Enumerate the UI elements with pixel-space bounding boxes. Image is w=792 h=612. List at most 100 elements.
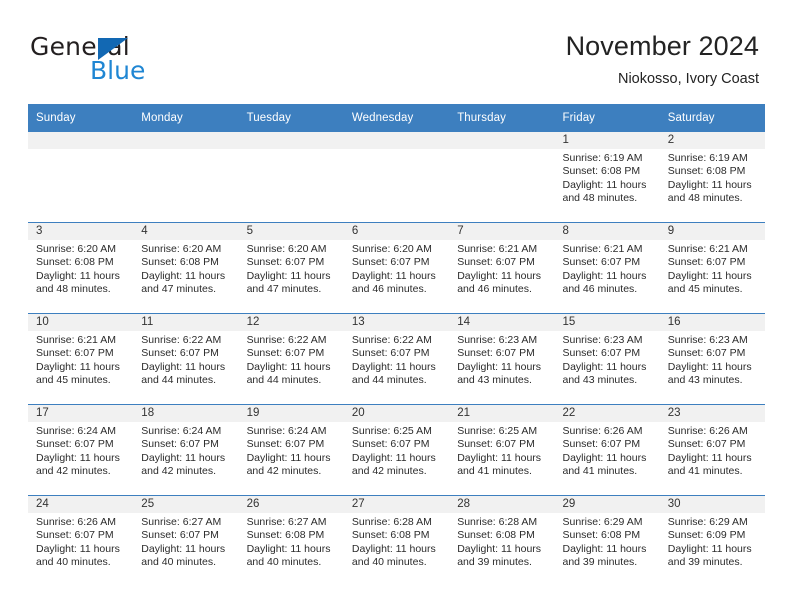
day-cell[interactable]: 21 Sunrise: 6:25 AM Sunset: 6:07 PM Dayligh… — [449, 405, 555, 495]
day-sun-info: Sunrise: 6:29 AM Sunset: 6:08 PM Daylight:… — [554, 513, 659, 569]
calendar-day-cell[interactable]: 6 Sunrise: 6:20 AM Sunset: 6:07 PM Daylight… — [343, 222, 450, 314]
day-cell[interactable]: 8 Sunrise: 6:21 AM Sunset: 6:07 PM Daylight… — [554, 223, 660, 313]
day-cell[interactable]: 27 Sunrise: 6:28 AM Sunset: 6:08 PM Dayligh… — [343, 496, 450, 586]
sunset-time: Sunset: 6:07 PM — [141, 347, 219, 360]
calendar-day-cell[interactable]: 10 Sunrise: 6:21 AM Sunset: 6:07 PM Dayligh… — [28, 313, 134, 405]
logo-word-blue: Blue — [90, 56, 146, 85]
empty-day-cell — [238, 132, 344, 222]
calendar-week-row: 1 Sunrise: 6:19 AM Sunset: 6:08 PM Daylight… — [28, 132, 766, 223]
daylight-duration-line1: Daylight: 11 hours — [562, 360, 647, 373]
calendar-day-cell[interactable]: 21 Sunrise: 6:25 AM Sunset: 6:07 PM Dayligh… — [449, 404, 555, 496]
daylight-duration-line1: Daylight: 11 hours — [457, 542, 542, 555]
day-cell[interactable]: 26 Sunrise: 6:27 AM Sunset: 6:08 PM Dayligh… — [238, 496, 344, 586]
day-cell[interactable]: 15 Sunrise: 6:23 AM Sunset: 6:07 PM Dayligh… — [554, 314, 660, 404]
day-sun-info: Sunrise: 6:20 AM Sunset: 6:07 PM Daylight:… — [344, 240, 449, 296]
day-cell[interactable]: 19 Sunrise: 6:24 AM Sunset: 6:07 PM Dayligh… — [238, 405, 344, 495]
day-cell[interactable]: 13 Sunrise: 6:22 AM Sunset: 6:07 PM Dayligh… — [343, 314, 450, 404]
calendar-day-cell[interactable]: 14 Sunrise: 6:23 AM Sunset: 6:07 PM Dayligh… — [449, 313, 555, 405]
day-cell[interactable]: 22 Sunrise: 6:26 AM Sunset: 6:07 PM Dayligh… — [554, 405, 660, 495]
calendar-day-cell[interactable]: 26 Sunrise: 6:27 AM Sunset: 6:08 PM Dayligh… — [238, 495, 344, 586]
sunrise-time: Sunrise: 6:21 AM — [36, 334, 116, 346]
sunset-time: Sunset: 6:07 PM — [351, 438, 430, 451]
sunrise-time: Sunrise: 6:24 AM — [141, 425, 222, 437]
calendar-day-cell[interactable]: 22 Sunrise: 6:26 AM Sunset: 6:07 PM Dayligh… — [554, 404, 660, 496]
calendar-day-cell[interactable]: 30 Sunrise: 6:29 AM Sunset: 6:09 PM Dayligh… — [659, 495, 766, 586]
calendar-day-cell[interactable]: 28 Sunrise: 6:28 AM Sunset: 6:08 PM Dayligh… — [449, 495, 555, 586]
calendar-day-cell[interactable]: 9 Sunrise: 6:21 AM Sunset: 6:07 PM Daylight… — [659, 222, 766, 314]
calendar-day-cell[interactable] — [449, 132, 555, 223]
calendar-day-cell[interactable] — [238, 132, 344, 223]
calendar-day-cell[interactable] — [133, 132, 239, 223]
calendar-day-cell[interactable]: 11 Sunrise: 6:22 AM Sunset: 6:07 PM Dayligh… — [133, 313, 239, 405]
calendar-day-cell[interactable]: 8 Sunrise: 6:21 AM Sunset: 6:07 PM Daylight… — [554, 222, 660, 314]
empty-day-cell — [28, 132, 134, 222]
day-cell[interactable]: 4 Sunrise: 6:20 AM Sunset: 6:08 PM Daylight… — [133, 223, 239, 313]
day-cell[interactable]: 2 Sunrise: 6:19 AM Sunset: 6:08 PM Daylight… — [659, 132, 766, 222]
calendar-day-cell[interactable]: 15 Sunrise: 6:23 AM Sunset: 6:07 PM Dayligh… — [554, 313, 660, 405]
calendar-day-cell[interactable]: 1 Sunrise: 6:19 AM Sunset: 6:08 PM Daylight… — [554, 132, 660, 223]
day-cell[interactable]: 11 Sunrise: 6:22 AM Sunset: 6:07 PM Dayligh… — [133, 314, 239, 404]
day-cell[interactable]: 5 Sunrise: 6:20 AM Sunset: 6:07 PM Daylight… — [238, 223, 344, 313]
calendar-day-cell[interactable] — [28, 132, 134, 223]
calendar-day-cell[interactable]: 18 Sunrise: 6:24 AM Sunset: 6:07 PM Dayligh… — [133, 404, 239, 496]
day-cell[interactable]: 3 Sunrise: 6:20 AM Sunset: 6:08 PM Daylight… — [28, 223, 134, 313]
day-cell[interactable]: 14 Sunrise: 6:23 AM Sunset: 6:07 PM Dayligh… — [449, 314, 555, 404]
daylight-duration-line1: Daylight: 11 hours — [457, 269, 542, 282]
day-number: 9 — [659, 223, 766, 240]
calendar-day-cell[interactable]: 3 Sunrise: 6:20 AM Sunset: 6:08 PM Daylight… — [28, 222, 134, 314]
calendar-day-cell[interactable]: 23 Sunrise: 6:26 AM Sunset: 6:07 PM Dayligh… — [659, 404, 766, 496]
day-cell[interactable]: 29 Sunrise: 6:29 AM Sunset: 6:08 PM Dayligh… — [554, 496, 660, 586]
day-cell[interactable]: 7 Sunrise: 6:21 AM Sunset: 6:07 PM Daylight… — [449, 223, 555, 313]
day-cell[interactable]: 10 Sunrise: 6:21 AM Sunset: 6:07 PM Dayligh… — [28, 314, 134, 404]
calendar-day-cell[interactable]: 27 Sunrise: 6:28 AM Sunset: 6:08 PM Dayligh… — [343, 495, 450, 586]
calendar-day-cell[interactable]: 17 Sunrise: 6:24 AM Sunset: 6:07 PM Dayligh… — [28, 404, 134, 496]
day-cell[interactable]: 16 Sunrise: 6:23 AM Sunset: 6:07 PM Dayligh… — [659, 314, 766, 404]
day-cell[interactable]: 12 Sunrise: 6:22 AM Sunset: 6:07 PM Dayligh… — [238, 314, 344, 404]
calendar-day-cell[interactable]: 7 Sunrise: 6:21 AM Sunset: 6:07 PM Daylight… — [449, 222, 555, 314]
daylight-duration-line2: and 48 minutes. — [36, 282, 111, 295]
day-cell[interactable]: 18 Sunrise: 6:24 AM Sunset: 6:07 PM Dayligh… — [133, 405, 239, 495]
day-number: 11 — [133, 314, 239, 331]
sunrise-time: Sunrise: 6:21 AM — [457, 243, 538, 255]
sunset-time: Sunset: 6:08 PM — [457, 529, 535, 542]
sunset-time: Sunset: 6:08 PM — [36, 256, 114, 269]
calendar-day-cell[interactable]: 19 Sunrise: 6:24 AM Sunset: 6:07 PM Dayligh… — [238, 404, 344, 496]
calendar-day-cell[interactable]: 29 Sunrise: 6:29 AM Sunset: 6:08 PM Dayligh… — [554, 495, 660, 586]
calendar-day-cell[interactable]: 16 Sunrise: 6:23 AM Sunset: 6:07 PM Dayligh… — [659, 313, 766, 405]
day-cell[interactable]: 1 Sunrise: 6:19 AM Sunset: 6:08 PM Daylight… — [554, 132, 660, 222]
calendar-day-cell[interactable]: 20 Sunrise: 6:25 AM Sunset: 6:07 PM Dayligh… — [343, 404, 450, 496]
calendar-day-cell[interactable]: 12 Sunrise: 6:22 AM Sunset: 6:07 PM Dayligh… — [238, 313, 344, 405]
day-cell[interactable]: 9 Sunrise: 6:21 AM Sunset: 6:07 PM Daylight… — [659, 223, 766, 313]
day-cell[interactable]: 28 Sunrise: 6:28 AM Sunset: 6:08 PM Dayligh… — [449, 496, 555, 586]
calendar-day-cell[interactable] — [343, 132, 450, 223]
daylight-duration-line2: and 46 minutes. — [457, 282, 532, 295]
day-cell[interactable]: 6 Sunrise: 6:20 AM Sunset: 6:07 PM Daylight… — [343, 223, 450, 313]
calendar-day-cell[interactable]: 13 Sunrise: 6:22 AM Sunset: 6:07 PM Dayligh… — [343, 313, 450, 405]
day-number: 3 — [28, 223, 134, 240]
daylight-duration-line2: and 44 minutes. — [246, 373, 322, 386]
calendar-day-cell[interactable]: 5 Sunrise: 6:20 AM Sunset: 6:07 PM Daylight… — [238, 222, 344, 314]
day-cell[interactable]: 24 Sunrise: 6:26 AM Sunset: 6:07 PM Dayligh… — [28, 496, 134, 586]
daylight-duration-line2: and 42 minutes. — [351, 464, 427, 477]
calendar-day-cell[interactable]: 24 Sunrise: 6:26 AM Sunset: 6:07 PM Dayligh… — [28, 495, 134, 586]
sunrise-time: Sunrise: 6:28 AM — [351, 516, 432, 528]
calendar-week-row: 3 Sunrise: 6:20 AM Sunset: 6:08 PM Daylight… — [28, 222, 766, 314]
day-cell[interactable]: 23 Sunrise: 6:26 AM Sunset: 6:07 PM Dayligh… — [659, 405, 766, 495]
general-blue-logo[interactable]: General Blue — [30, 34, 250, 90]
calendar-day-cell[interactable]: 4 Sunrise: 6:20 AM Sunset: 6:08 PM Daylight… — [133, 222, 239, 314]
daylight-duration-line2: and 41 minutes. — [457, 464, 532, 477]
day-sun-info: Sunrise: 6:19 AM Sunset: 6:08 PM Daylight:… — [554, 149, 659, 205]
calendar-day-cell[interactable]: 25 Sunrise: 6:27 AM Sunset: 6:07 PM Dayligh… — [133, 495, 239, 586]
day-sun-info: Sunrise: 6:25 AM Sunset: 6:07 PM Daylight:… — [449, 422, 554, 478]
day-sun-info: Sunrise: 6:23 AM Sunset: 6:07 PM Daylight:… — [449, 331, 554, 387]
day-number: 25 — [133, 496, 239, 513]
calendar-day-cell[interactable]: 2 Sunrise: 6:19 AM Sunset: 6:08 PM Daylight… — [659, 132, 766, 223]
day-cell[interactable]: 25 Sunrise: 6:27 AM Sunset: 6:07 PM Dayligh… — [133, 496, 239, 586]
daylight-duration-line2: and 42 minutes. — [36, 464, 111, 477]
day-cell[interactable]: 30 Sunrise: 6:29 AM Sunset: 6:09 PM Dayligh… — [659, 496, 766, 586]
day-cell[interactable]: 20 Sunrise: 6:25 AM Sunset: 6:07 PM Dayligh… — [343, 405, 450, 495]
daylight-duration-line1: Daylight: 11 hours — [667, 542, 752, 555]
day-cell[interactable]: 17 Sunrise: 6:24 AM Sunset: 6:07 PM Dayligh… — [28, 405, 134, 495]
sunset-time: Sunset: 6:07 PM — [667, 256, 746, 269]
daylight-duration-line2: and 48 minutes. — [667, 191, 743, 204]
